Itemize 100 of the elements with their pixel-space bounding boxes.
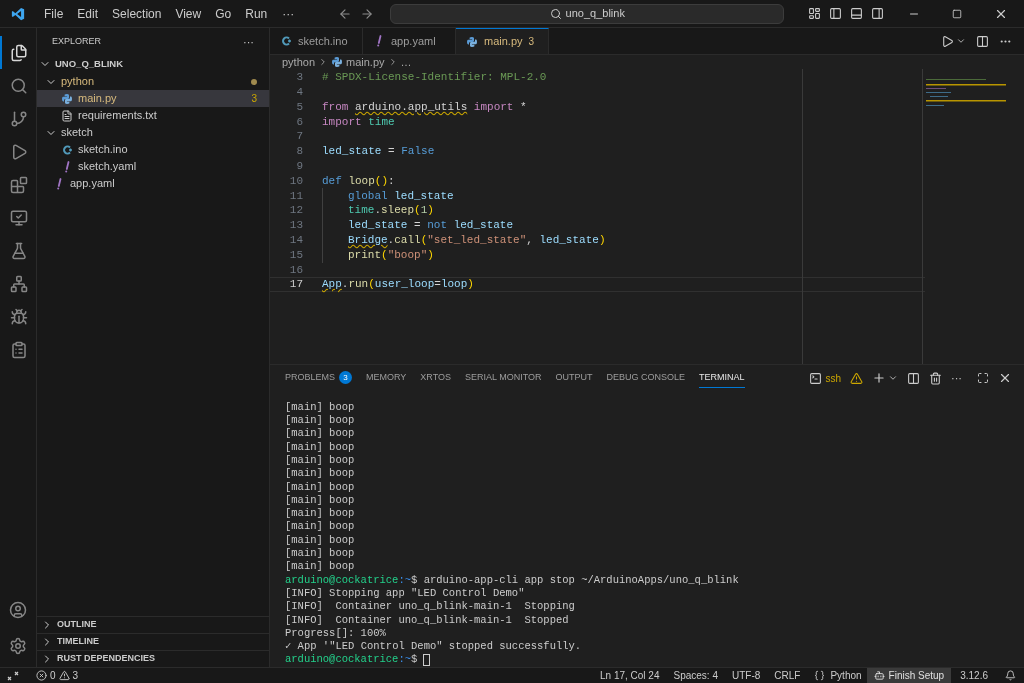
terminal-path: :~ bbox=[398, 652, 412, 668]
file-row[interactable]: requirements.txt bbox=[37, 107, 269, 124]
more-actions[interactable]: ··· bbox=[243, 33, 254, 51]
file-row[interactable]: sketch.ino bbox=[37, 141, 269, 158]
secondary-sidebar-icon[interactable] bbox=[871, 7, 884, 20]
cursor-position[interactable]: Ln 17, Col 24 bbox=[593, 668, 667, 683]
encoding[interactable]: UTF-8 bbox=[725, 668, 768, 683]
panel-tab[interactable]: TERMINAL bbox=[699, 368, 745, 388]
line-number: 13 bbox=[288, 218, 303, 234]
back-arrow-icon[interactable] bbox=[338, 6, 353, 21]
terminal-line: [main] boop bbox=[285, 454, 356, 468]
error-icon[interactable] bbox=[36, 670, 47, 681]
search-icon[interactable] bbox=[10, 76, 28, 95]
line-number: 17 bbox=[288, 277, 303, 293]
menu-item[interactable]: Selection bbox=[105, 4, 169, 23]
error-count[interactable]: 0 bbox=[50, 668, 56, 683]
more-menu[interactable]: ··· bbox=[274, 4, 303, 23]
line-number: 12 bbox=[288, 203, 303, 219]
new-terminal-icon[interactable] bbox=[872, 371, 886, 385]
warning-icon[interactable] bbox=[58, 670, 70, 681]
bug-icon[interactable] bbox=[10, 307, 28, 326]
panel-tab[interactable]: DEBUG CONSOLE bbox=[606, 368, 686, 388]
account-icon[interactable] bbox=[9, 601, 27, 619]
python-file-icon bbox=[466, 35, 478, 48]
trash-icon[interactable] bbox=[929, 371, 942, 385]
search-icon bbox=[549, 7, 562, 20]
sidebar-toggle-icon[interactable] bbox=[829, 7, 842, 20]
line-number: 11 bbox=[288, 188, 303, 204]
python-file-icon bbox=[61, 92, 73, 105]
language-mode[interactable]: Python bbox=[825, 668, 867, 683]
section-row[interactable]: OUTLINE bbox=[37, 616, 269, 633]
terminal-user: arduino@cockatrice bbox=[285, 652, 399, 668]
editor-logo-icon bbox=[11, 6, 25, 21]
terminal-name[interactable]: ssh bbox=[825, 370, 841, 386]
run-icon[interactable] bbox=[941, 34, 954, 48]
arduino-file-icon bbox=[61, 143, 73, 156]
terminal-line: [main] boop bbox=[285, 494, 356, 508]
tree-icon[interactable] bbox=[10, 274, 28, 293]
editor-tab[interactable]: sketch.ino bbox=[270, 28, 363, 54]
bell-icon[interactable] bbox=[1005, 670, 1016, 681]
debug-icon[interactable] bbox=[10, 142, 28, 161]
terminal-icon[interactable] bbox=[809, 371, 823, 385]
settings-icon[interactable] bbox=[9, 637, 27, 655]
menu-item[interactable]: Go bbox=[208, 4, 239, 23]
file-row[interactable]: main.py 3 bbox=[37, 90, 269, 107]
python-version[interactable]: 3.12.6 bbox=[951, 668, 997, 683]
braces-icon[interactable] bbox=[814, 670, 826, 681]
exclamation-icon bbox=[376, 35, 382, 47]
more-actions[interactable]: ··· bbox=[951, 369, 962, 387]
section-row[interactable]: TIMELINE bbox=[37, 633, 269, 650]
folder-row[interactable]: sketch bbox=[37, 124, 269, 141]
workspace-name: UNO_Q_BLINK bbox=[55, 56, 124, 71]
section-header: OUTLINE bbox=[57, 618, 97, 632]
menu-item[interactable]: File bbox=[37, 4, 71, 23]
panel-tab[interactable]: SERIAL MONITOR bbox=[465, 368, 542, 388]
python-file-icon bbox=[331, 56, 344, 68]
menu-item[interactable]: Run bbox=[238, 4, 275, 23]
files-icon[interactable] bbox=[10, 43, 28, 62]
menu-item[interactable]: View bbox=[168, 4, 209, 23]
finish-setup-button[interactable]: Finish Setup bbox=[866, 668, 952, 683]
file-row[interactable]: sketch.yaml bbox=[37, 158, 269, 175]
layout-icon[interactable] bbox=[808, 7, 821, 20]
clipboard-icon[interactable] bbox=[10, 340, 28, 359]
workspace-row[interactable]: UNO_Q_BLINK bbox=[37, 55, 269, 73]
folder-row[interactable]: python bbox=[37, 73, 269, 90]
panel-tab[interactable]: MEMORY bbox=[366, 368, 407, 388]
panel-tab[interactable]: PROBLEMS 3 bbox=[285, 368, 352, 388]
file-name: sketch.ino bbox=[78, 142, 128, 158]
flask-icon[interactable] bbox=[10, 241, 28, 260]
panel-tab[interactable]: XRTOS bbox=[420, 368, 452, 388]
git-icon[interactable] bbox=[10, 109, 28, 128]
search-value: uno_q_blink bbox=[565, 6, 625, 22]
split-editor-icon[interactable] bbox=[976, 34, 989, 48]
editor-tab[interactable]: main.py 3 bbox=[456, 28, 549, 54]
breadcrumb-item[interactable]: … bbox=[400, 53, 412, 71]
maximize-panel-icon[interactable] bbox=[977, 372, 989, 384]
warning-count[interactable]: 3 bbox=[72, 668, 79, 683]
line-number: 6 bbox=[295, 114, 303, 130]
maximize-icon[interactable] bbox=[952, 8, 962, 19]
code-line: import time bbox=[322, 114, 395, 130]
panel-tab[interactable]: OUTPUT bbox=[555, 368, 593, 388]
close-panel-icon[interactable] bbox=[998, 371, 1012, 385]
split-terminal-icon[interactable] bbox=[907, 371, 920, 385]
breadcrumb-item[interactable]: python bbox=[282, 53, 316, 71]
forward-arrow-icon[interactable] bbox=[360, 6, 375, 21]
file-row[interactable]: app.yaml bbox=[37, 175, 269, 192]
panel-toggle-icon[interactable] bbox=[850, 7, 863, 20]
chevron-down-icon[interactable] bbox=[888, 373, 898, 383]
breadcrumb-item[interactable]: main.py bbox=[346, 53, 385, 71]
warning-icon bbox=[850, 371, 863, 385]
extensions-icon[interactable] bbox=[10, 175, 28, 194]
terminal-line: [main] boop bbox=[285, 507, 356, 521]
menu-item[interactable]: Edit bbox=[70, 4, 106, 23]
code-line: App.run(user_loop=loop) bbox=[322, 277, 474, 293]
indentation[interactable]: Spaces: 4 bbox=[666, 668, 725, 683]
command-search-field[interactable]: uno_q_blink bbox=[390, 3, 785, 24]
chevron-down-icon[interactable] bbox=[956, 36, 966, 46]
line-number: 3 bbox=[295, 70, 303, 86]
line-ending[interactable]: CRLF bbox=[767, 668, 808, 683]
terminal-line: [INFO] Container uno_q_blink-main-1 Stopping bbox=[285, 600, 576, 614]
